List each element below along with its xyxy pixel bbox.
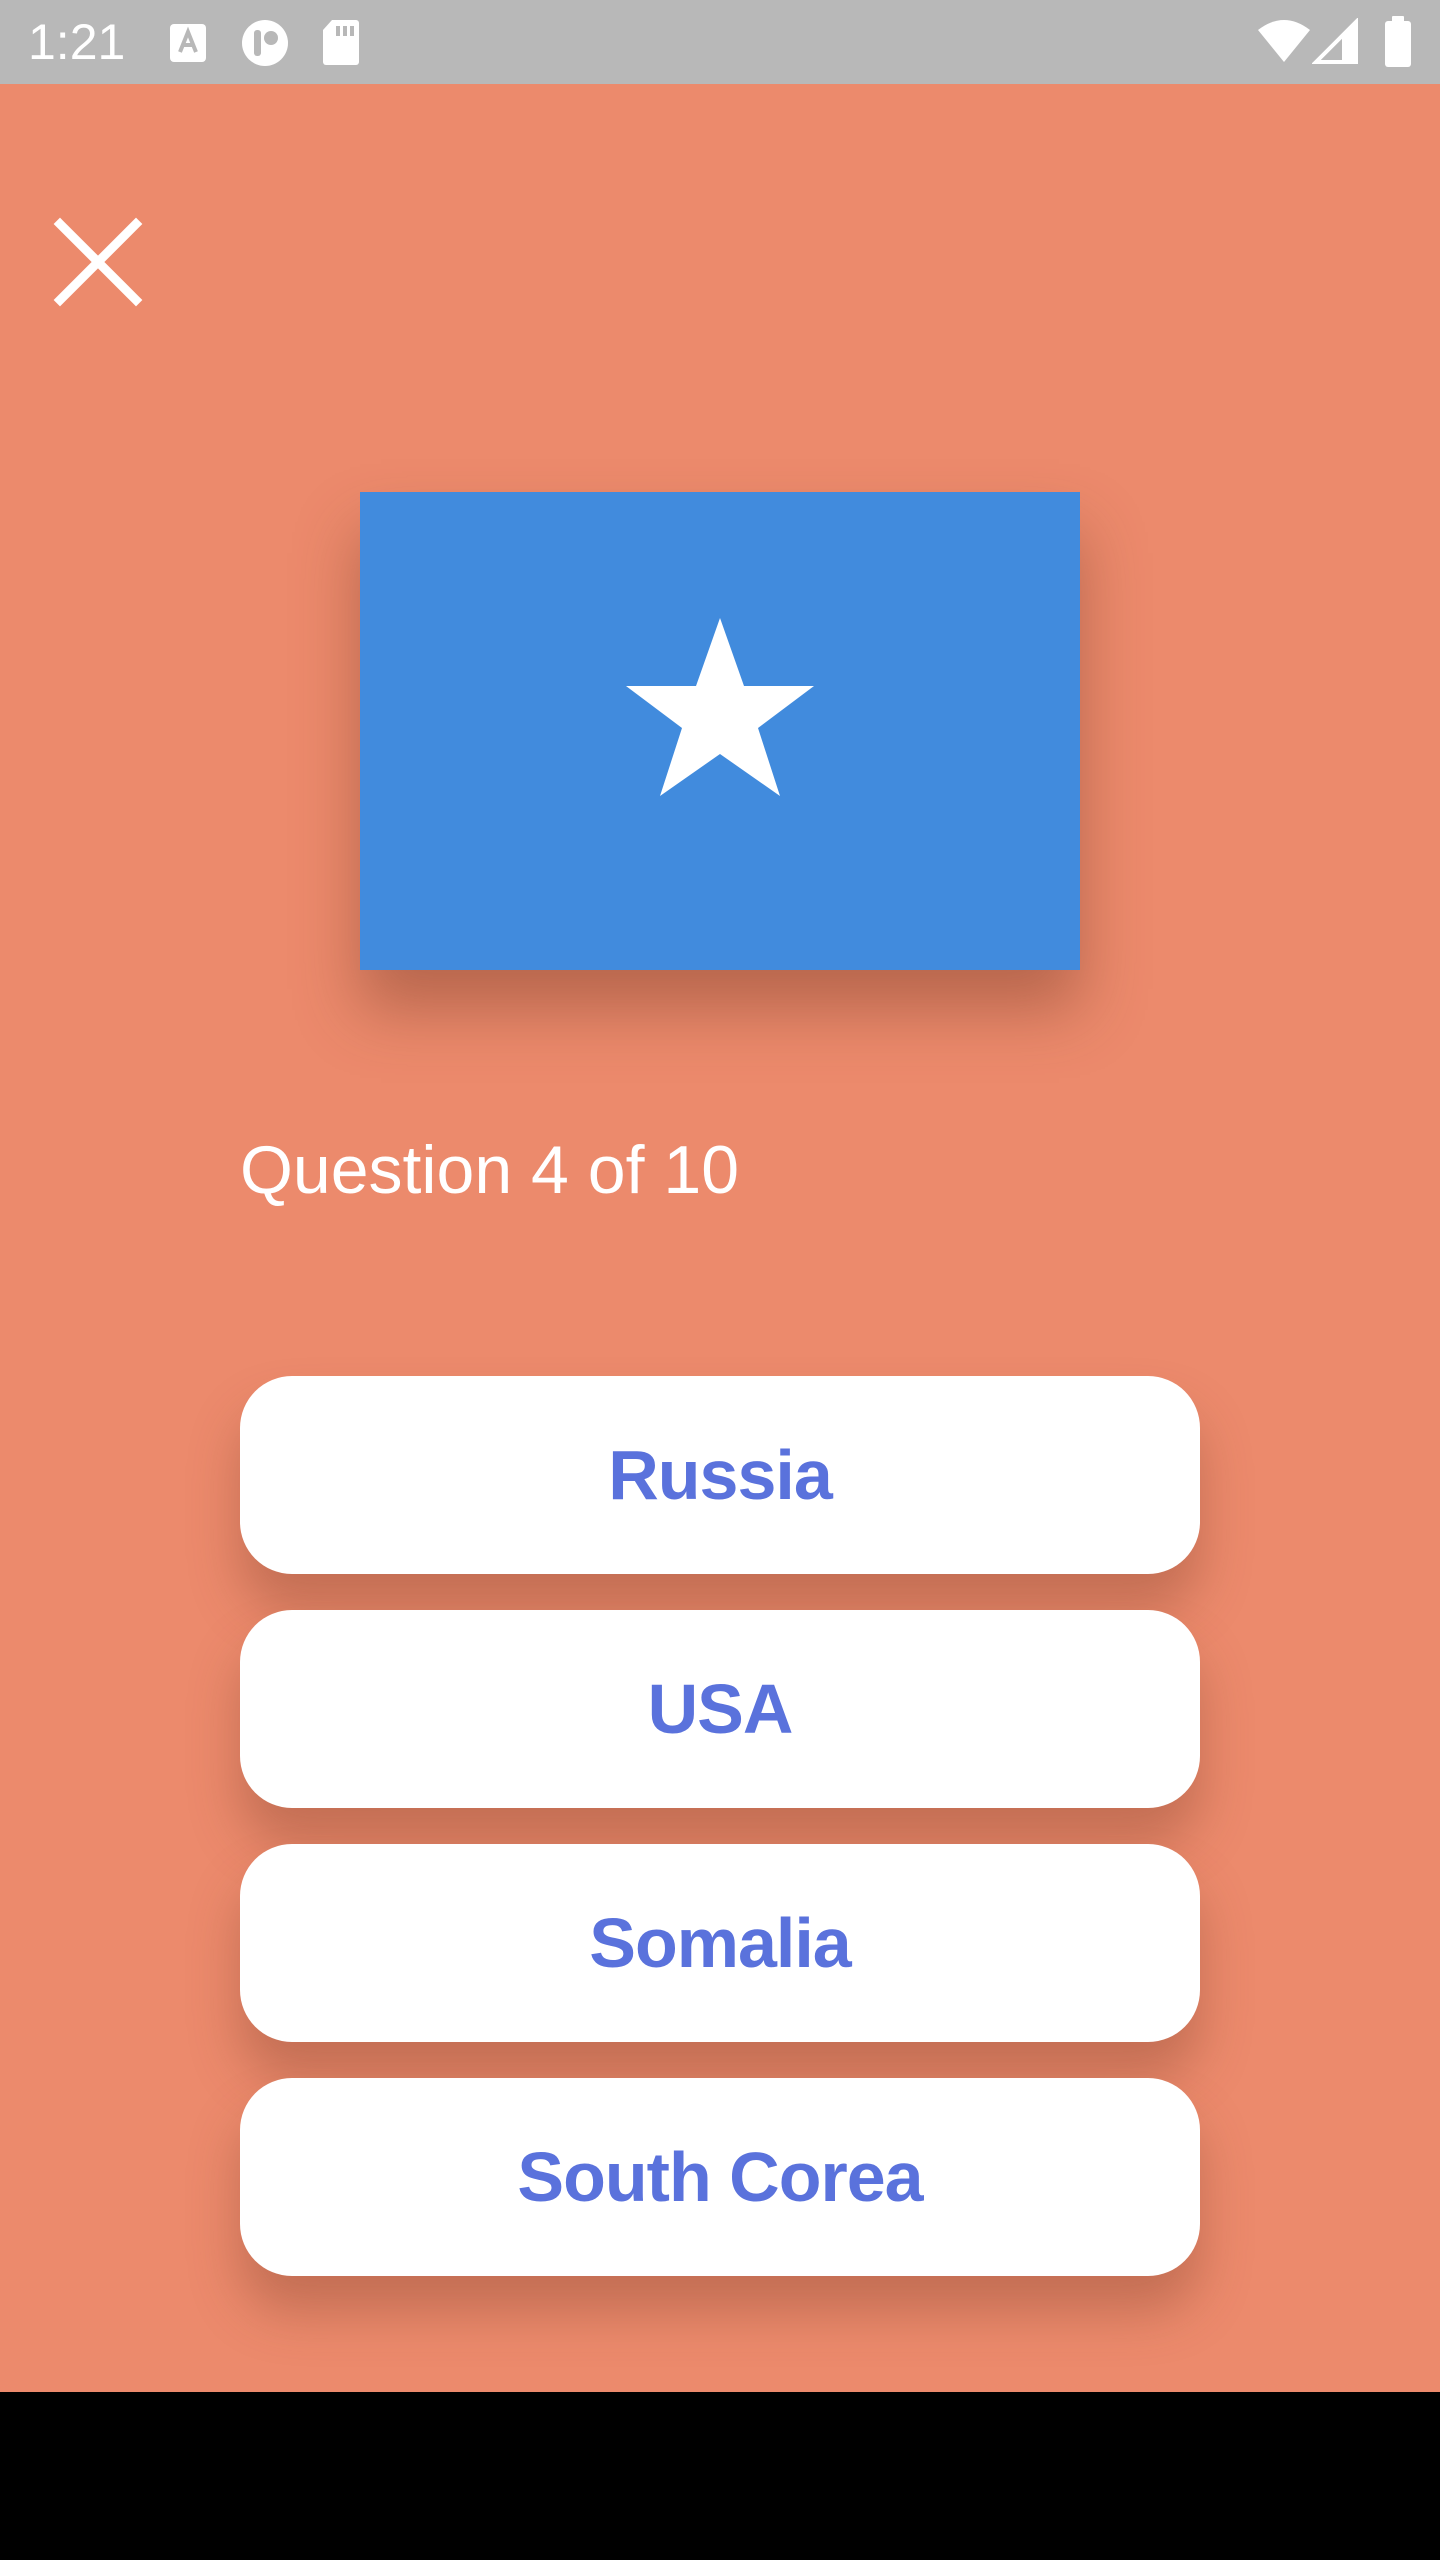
question-counter: Question 4 of 10 (240, 1132, 740, 1208)
answer-label: Russia (608, 1436, 833, 1514)
navigation-bar (0, 2392, 1440, 2560)
answer-button-usa[interactable]: USA (240, 1610, 1200, 1808)
app-notification-icon (242, 20, 288, 66)
wifi-icon (1258, 20, 1310, 62)
battery-icon (1385, 16, 1411, 67)
answer-label: USA (647, 1670, 794, 1748)
status-time: 1:21 (28, 14, 126, 70)
screen: 1:21 Question 4 of 10 Russia USA Somalia… (0, 0, 1440, 2560)
answer-button-somalia[interactable]: Somalia (240, 1844, 1200, 2042)
answer-button-russia[interactable]: Russia (240, 1376, 1200, 1574)
close-icon (53, 217, 143, 307)
answer-button-south-corea[interactable]: South Corea (240, 2078, 1200, 2276)
close-button[interactable] (40, 204, 156, 320)
answer-label: Somalia (589, 1904, 851, 1982)
answer-label: South Corea (517, 2138, 923, 2216)
quiz-screen: Question 4 of 10 Russia USA Somalia Sout… (0, 84, 1440, 2392)
keyboard-a-icon (170, 24, 206, 62)
cellular-signal-icon (1312, 18, 1358, 64)
somalia-flag-star-icon (626, 618, 814, 796)
flag-image (360, 492, 1080, 970)
sd-card-icon (323, 20, 359, 65)
status-bar: 1:21 (0, 0, 1440, 84)
